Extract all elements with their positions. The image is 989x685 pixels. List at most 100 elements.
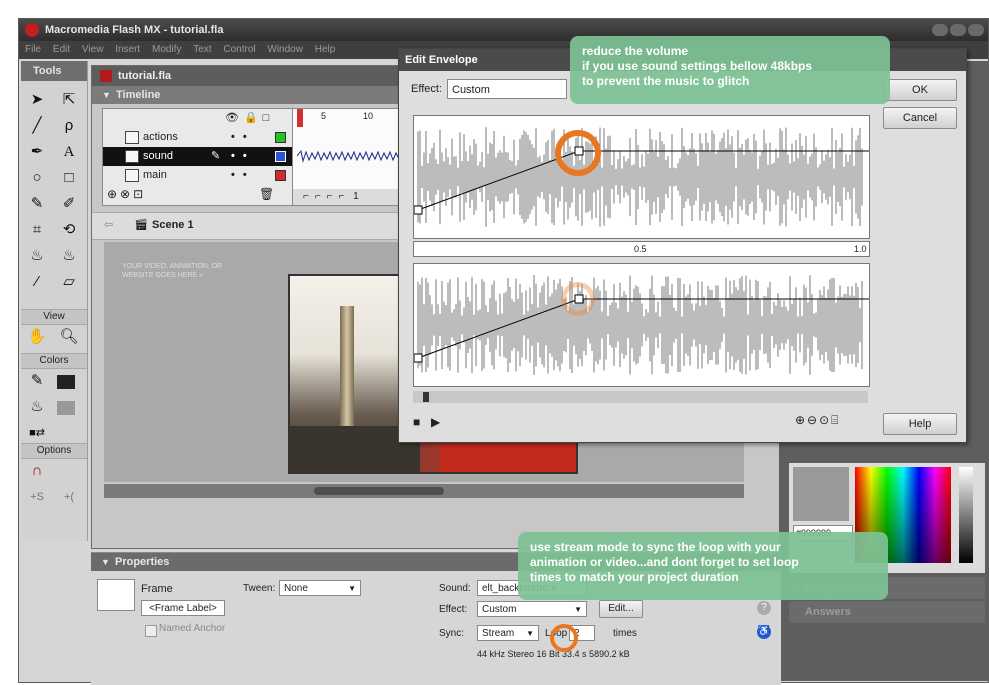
eraser-tool-icon[interactable]: ▱: [57, 270, 81, 294]
frame-number: 10: [363, 111, 374, 121]
cancel-button[interactable]: Cancel: [883, 107, 957, 129]
hand-tool-icon[interactable]: ✋: [25, 325, 49, 349]
right-channel-waveform[interactable]: [413, 263, 870, 387]
envelope-handle[interactable]: [413, 205, 423, 215]
accessibility-icon[interactable]: ♿: [757, 625, 771, 639]
brightness-slider[interactable]: [959, 467, 973, 563]
scene-name[interactable]: Scene 1: [152, 219, 194, 231]
trash-icon[interactable]: 🗑: [259, 187, 274, 201]
envelope-handle[interactable]: [413, 353, 423, 363]
help-button[interactable]: Help: [883, 413, 957, 435]
pencil-tool-icon[interactable]: ✎: [25, 192, 49, 216]
paint-bucket-tool-icon[interactable]: ♨: [57, 244, 81, 268]
scrollbar-thumb[interactable]: [314, 487, 444, 495]
zoom-controls[interactable]: ⊕⊖⊙⌸: [795, 413, 840, 428]
menu-modify[interactable]: Modify: [152, 44, 181, 55]
stroke-swatch[interactable]: [57, 375, 75, 390]
named-anchor-checkbox[interactable]: [145, 625, 157, 637]
waveform-path: [417, 127, 863, 227]
named-anchor-label: Named Anchor: [159, 623, 226, 634]
ink-bottle-tool-icon[interactable]: ♨: [25, 244, 49, 268]
layer-outline-color[interactable]: [275, 132, 286, 143]
envelope-effect-label: Effect:: [411, 83, 442, 95]
layer-name: sound: [143, 150, 173, 162]
layer-visibility-dots: ••: [231, 169, 255, 181]
collapse-arrow-icon: ▼: [102, 90, 111, 100]
stage-watermark: YOUR VIDEO, ANIMATION, OR WEBSITE GOES H…: [122, 263, 223, 279]
free-transform-tool-icon[interactable]: ⌗: [25, 218, 49, 242]
layer-main[interactable]: main ••: [103, 166, 293, 185]
layer-actions[interactable]: actions ••: [103, 128, 293, 147]
fill-color-icon[interactable]: ♨: [25, 395, 49, 419]
highlight-ring-faint: [561, 282, 595, 316]
oval-tool-icon[interactable]: ○: [25, 166, 49, 190]
minimize-button[interactable]: [932, 24, 948, 36]
effect-select[interactable]: Custom ▼: [477, 601, 587, 617]
stop-button[interactable]: ■: [413, 415, 420, 429]
properties-label: Properties: [115, 556, 170, 568]
ruler-label: 0.5: [634, 244, 647, 254]
frame-label-input[interactable]: <Frame Label>: [141, 600, 225, 616]
arrow-tool-icon[interactable]: ➤: [25, 88, 49, 112]
options-section-label: Options: [21, 443, 87, 459]
menu-text[interactable]: Text: [193, 44, 211, 55]
ruler-label: 1.0: [854, 244, 867, 254]
sync-select[interactable]: Stream ▼: [477, 625, 539, 641]
stroke-color-icon[interactable]: ✎: [25, 369, 49, 393]
fla-file-icon: [100, 70, 112, 82]
menu-file[interactable]: File: [25, 44, 41, 55]
line-tool-icon[interactable]: ╱: [25, 114, 49, 138]
snap-magnet-icon[interactable]: ∩: [25, 459, 49, 483]
straighten-option-icon[interactable]: +(: [57, 485, 81, 509]
layer-icon: [125, 169, 139, 182]
scrollbar-thumb[interactable]: [423, 392, 429, 402]
add-layer-icons[interactable]: ⊕⊗⊡: [107, 187, 146, 201]
playhead[interactable]: [297, 109, 303, 127]
menu-help[interactable]: Help: [315, 44, 336, 55]
onion-skin-icons[interactable]: ⌐⌐⌐⌐: [303, 191, 350, 202]
layer-visibility-dots: ••: [231, 131, 255, 143]
waveform-scrollbar[interactable]: [413, 391, 868, 403]
help-icon[interactable]: ?: [757, 601, 771, 615]
left-channel-waveform[interactable]: [413, 115, 870, 239]
fill-swatch[interactable]: [57, 401, 75, 416]
play-button[interactable]: ▶: [431, 415, 440, 429]
menu-control[interactable]: Control: [223, 44, 255, 55]
window-title: Macromedia Flash MX - tutorial.fla: [45, 24, 224, 36]
fill-transform-tool-icon[interactable]: ⟲: [57, 218, 81, 242]
layer-outline-color[interactable]: [275, 151, 286, 162]
envelope-effect-select[interactable]: Custom: [447, 79, 567, 99]
layer-name: main: [143, 169, 167, 181]
lasso-tool-icon[interactable]: ρ: [57, 114, 81, 138]
layer-sound[interactable]: sound ✎ ••: [103, 147, 293, 166]
edit-envelope-button[interactable]: Edit...: [599, 600, 643, 618]
horizontal-scrollbar[interactable]: [104, 484, 744, 498]
layer-visibility-dots: ••: [231, 150, 255, 162]
subselect-tool-icon[interactable]: ⇱: [57, 88, 81, 112]
tween-select[interactable]: None ▼: [279, 580, 361, 596]
maximize-button[interactable]: [950, 24, 966, 36]
answers-panel-header[interactable]: Answers: [789, 601, 985, 623]
current-frame: 1: [353, 191, 359, 202]
back-arrow-icon[interactable]: ⇦: [104, 218, 113, 231]
menu-edit[interactable]: Edit: [53, 44, 70, 55]
smooth-option-icon[interactable]: +S: [25, 485, 49, 509]
highlight-ring-loop: [550, 624, 578, 652]
colors-section-label: Colors: [21, 353, 87, 369]
close-button[interactable]: [968, 24, 984, 36]
eyedropper-tool-icon[interactable]: ⁄: [25, 270, 49, 294]
text-tool-icon[interactable]: A: [57, 140, 81, 164]
highlight-ring-envelope: [555, 130, 601, 176]
menu-insert[interactable]: Insert: [115, 44, 140, 55]
layer-icon: [125, 131, 139, 144]
menu-view[interactable]: View: [82, 44, 104, 55]
layer-outline-color[interactable]: [275, 170, 286, 181]
swap-colors-icon[interactable]: ■⇄: [25, 421, 49, 445]
rectangle-tool-icon[interactable]: □: [57, 166, 81, 190]
brush-tool-icon[interactable]: ✐: [57, 192, 81, 216]
ok-button[interactable]: OK: [883, 79, 957, 101]
callout-volume: reduce the volume if you use sound setti…: [570, 36, 890, 104]
zoom-tool-icon[interactable]: 🔍︎: [57, 325, 81, 349]
menu-window[interactable]: Window: [267, 44, 303, 55]
pen-tool-icon[interactable]: ✒: [25, 140, 49, 164]
